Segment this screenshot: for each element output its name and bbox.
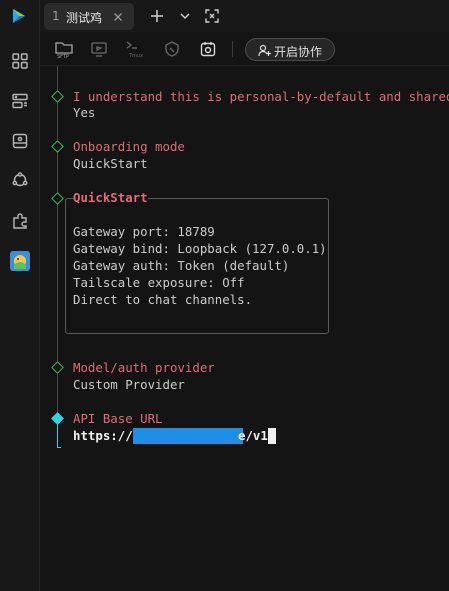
record-icon[interactable] xyxy=(198,39,218,59)
svg-text:Tmux: Tmux xyxy=(128,53,143,59)
box-title: QuickStart xyxy=(73,190,148,205)
gutter-line-active xyxy=(57,424,58,448)
plus-icon[interactable] xyxy=(149,8,165,24)
active-step-marker xyxy=(51,412,64,425)
box-line: Direct to chat channels. xyxy=(73,292,253,307)
monitor-icon[interactable] xyxy=(89,39,109,59)
step-marker xyxy=(51,140,64,153)
step-question: API Base URL xyxy=(73,411,163,426)
gutter-line xyxy=(57,374,58,412)
step-answer: Custom Provider xyxy=(73,377,185,392)
tab-session[interactable]: 1 测试鸡 xyxy=(44,3,134,30)
terminal-window-icon[interactable] xyxy=(0,125,40,157)
app-logo-icon[interactable] xyxy=(0,0,40,32)
toolbar: SFTP Tmux 开启协作 xyxy=(40,32,449,66)
box-line: Tailscale exposure: Off xyxy=(73,275,245,290)
sidebar xyxy=(0,0,40,591)
gutter-line xyxy=(57,102,58,140)
gutter-line xyxy=(57,66,58,90)
step-marker xyxy=(51,192,64,205)
step-marker xyxy=(51,361,64,374)
tab-title: 测试鸡 xyxy=(66,11,103,25)
shield-icon[interactable] xyxy=(162,39,182,59)
step-question: Model/auth provider xyxy=(73,360,215,375)
box-line: Gateway port: 18789 xyxy=(73,224,215,239)
collaboration-label: 开启协作 xyxy=(274,45,323,59)
gutter-line xyxy=(57,204,58,362)
server-list-icon[interactable] xyxy=(0,85,40,117)
gutter-line xyxy=(57,152,58,192)
text-cursor xyxy=(268,428,276,444)
tab-number: 1 xyxy=(52,9,60,23)
network-icon[interactable] xyxy=(0,164,40,196)
redaction-bar xyxy=(133,428,243,444)
chevron-down-icon[interactable] xyxy=(177,8,193,24)
plugin-icon[interactable] xyxy=(0,205,40,237)
svg-text:SFTP: SFTP xyxy=(57,54,69,59)
close-icon[interactable] xyxy=(112,10,124,22)
sftp-folder-icon[interactable]: SFTP xyxy=(54,39,74,59)
url-input-suffix[interactable]: e/v1 xyxy=(238,428,268,444)
gutter-tick xyxy=(57,447,61,448)
avatar-app-icon[interactable] xyxy=(0,245,40,277)
tab-bar: 1 测试鸡 xyxy=(40,0,449,32)
fullscreen-icon[interactable] xyxy=(204,8,220,24)
toolbar-divider xyxy=(232,41,233,57)
step-question: Onboarding mode xyxy=(73,139,185,154)
step-answer: QuickStart xyxy=(73,156,148,171)
url-input-prefix[interactable]: https://a xyxy=(73,428,140,444)
step-question: I understand this is personal-by-default… xyxy=(73,89,449,104)
tmux-icon[interactable]: Tmux xyxy=(124,39,144,59)
start-collaboration-button[interactable]: 开启协作 xyxy=(245,38,335,61)
terminal-output[interactable]: I understand this is personal-by-default… xyxy=(40,66,449,591)
step-marker xyxy=(51,90,64,103)
step-answer: Yes xyxy=(73,105,96,120)
box-line: Gateway auth: Token (default) xyxy=(73,258,290,273)
box-line: Gateway bind: Loopback (127.0.0.1) xyxy=(73,241,327,256)
grid-icon[interactable] xyxy=(0,45,40,77)
add-user-icon xyxy=(258,44,271,57)
